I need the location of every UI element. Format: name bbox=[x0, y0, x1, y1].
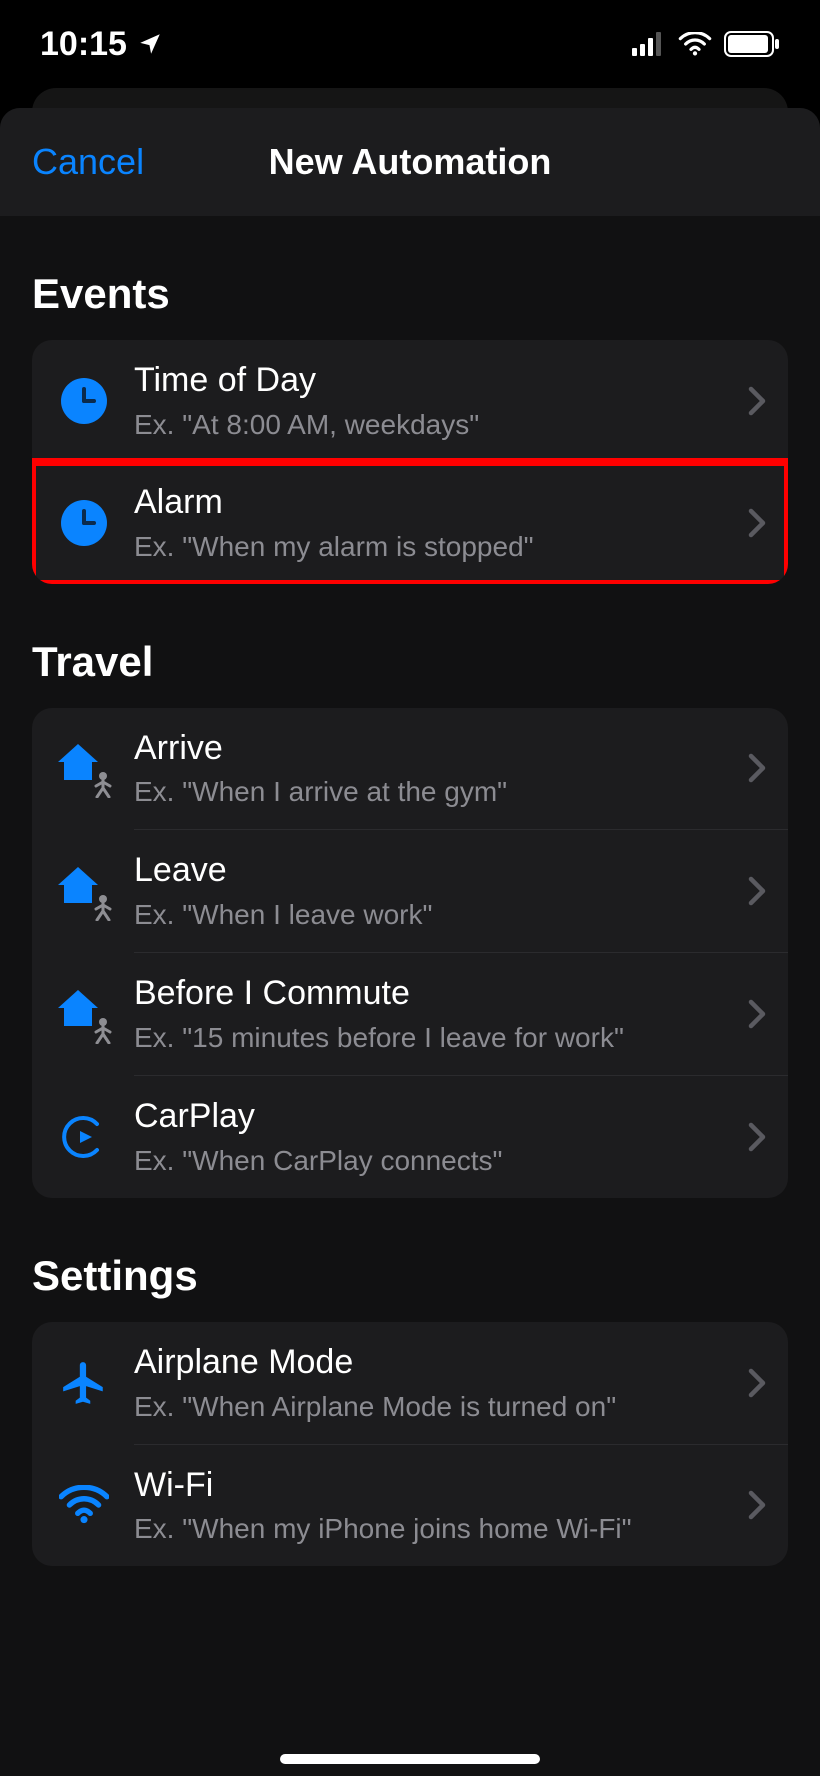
section-title-events: Events bbox=[32, 270, 788, 318]
row-subtitle: Ex. "At 8:00 AM, weekdays" bbox=[134, 407, 736, 442]
row-title: Arrive bbox=[134, 728, 736, 769]
row-subtitle: Ex. "When my iPhone joins home Wi-Fi" bbox=[134, 1511, 736, 1546]
row-subtitle: Ex. "When my alarm is stopped" bbox=[134, 529, 736, 564]
row-title: Time of Day bbox=[134, 360, 736, 401]
chevron-right-icon bbox=[748, 876, 766, 906]
events-card: Time of Day Ex. "At 8:00 AM, weekdays" A… bbox=[32, 340, 788, 584]
section-title-travel: Travel bbox=[32, 638, 788, 686]
row-title: Before I Commute bbox=[134, 973, 736, 1014]
content: Events Time of Day Ex. "At 8:00 AM, week… bbox=[0, 270, 820, 1626]
status-bar: 10:15 bbox=[0, 0, 820, 88]
row-subtitle: Ex. "When I leave work" bbox=[134, 897, 736, 932]
wifi-status-icon bbox=[678, 32, 712, 56]
battery-icon bbox=[724, 31, 780, 57]
row-subtitle: Ex. "When I arrive at the gym" bbox=[134, 774, 736, 809]
home-person-icon bbox=[56, 988, 112, 1040]
chevron-right-icon bbox=[748, 753, 766, 783]
section-title-settings: Settings bbox=[32, 1252, 788, 1300]
chevron-right-icon bbox=[748, 1368, 766, 1398]
status-right bbox=[632, 31, 780, 57]
home-person-icon bbox=[56, 742, 112, 794]
chevron-right-icon bbox=[748, 386, 766, 416]
carplay-icon bbox=[61, 1114, 107, 1160]
location-arrow-icon bbox=[137, 31, 163, 57]
chevron-right-icon bbox=[748, 1490, 766, 1520]
row-title: Wi-Fi bbox=[134, 1465, 736, 1506]
home-person-icon bbox=[56, 865, 112, 917]
cellular-icon bbox=[632, 32, 666, 56]
nav-bar: Cancel New Automation bbox=[0, 108, 820, 216]
row-airplane-mode[interactable]: Airplane Mode Ex. "When Airplane Mode is… bbox=[32, 1322, 788, 1444]
modal-sheet: Cancel New Automation Events Time of Day… bbox=[0, 108, 820, 1776]
row-title: Alarm bbox=[134, 482, 736, 523]
row-subtitle: Ex. "When Airplane Mode is turned on" bbox=[134, 1389, 736, 1424]
travel-card: Arrive Ex. "When I arrive at the gym" Le… bbox=[32, 708, 788, 1198]
row-subtitle: Ex. "15 minutes before I leave for work" bbox=[134, 1020, 736, 1055]
chevron-right-icon bbox=[748, 1122, 766, 1152]
clock-icon bbox=[61, 378, 107, 424]
status-time: 10:15 bbox=[40, 25, 127, 64]
row-title: Leave bbox=[134, 850, 736, 891]
home-indicator[interactable] bbox=[280, 1754, 540, 1764]
chevron-right-icon bbox=[748, 999, 766, 1029]
cancel-button[interactable]: Cancel bbox=[32, 141, 144, 183]
row-wifi[interactable]: Wi-Fi Ex. "When my iPhone joins home Wi-… bbox=[32, 1445, 788, 1567]
chevron-right-icon bbox=[748, 508, 766, 538]
row-alarm[interactable]: Alarm Ex. "When my alarm is stopped" bbox=[32, 462, 788, 584]
airplane-icon bbox=[59, 1358, 109, 1408]
row-before-i-commute[interactable]: Before I Commute Ex. "15 minutes before … bbox=[32, 953, 788, 1075]
settings-card: Airplane Mode Ex. "When Airplane Mode is… bbox=[32, 1322, 788, 1567]
row-subtitle: Ex. "When CarPlay connects" bbox=[134, 1143, 736, 1178]
row-title: CarPlay bbox=[134, 1096, 736, 1137]
row-carplay[interactable]: CarPlay Ex. "When CarPlay connects" bbox=[32, 1076, 788, 1198]
status-left: 10:15 bbox=[40, 25, 163, 64]
row-leave[interactable]: Leave Ex. "When I leave work" bbox=[32, 830, 788, 952]
wifi-icon bbox=[59, 1485, 109, 1525]
row-arrive[interactable]: Arrive Ex. "When I arrive at the gym" bbox=[32, 708, 788, 830]
clock-icon bbox=[61, 500, 107, 546]
row-time-of-day[interactable]: Time of Day Ex. "At 8:00 AM, weekdays" bbox=[32, 340, 788, 462]
row-title: Airplane Mode bbox=[134, 1342, 736, 1383]
